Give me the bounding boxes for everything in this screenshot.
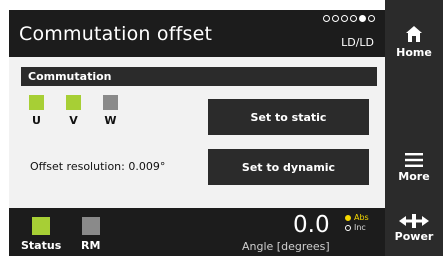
offset-resolution: Offset resolution: 0.009° bbox=[30, 160, 166, 173]
title-bar: Commutation offset LD/LD bbox=[9, 10, 385, 57]
page-indicator bbox=[323, 15, 375, 22]
inc-label: Inc bbox=[354, 223, 366, 232]
phase-v: V bbox=[66, 95, 86, 127]
commutation-panel: Commutation U V W Offset resolution: 0.0… bbox=[9, 57, 385, 208]
phase-u-label: U bbox=[32, 114, 41, 127]
phase-u-indicator bbox=[29, 95, 44, 110]
page-dot bbox=[332, 15, 339, 22]
power-button[interactable]: Power bbox=[385, 214, 443, 243]
power-label: Power bbox=[394, 230, 434, 243]
abs-dot-icon bbox=[345, 215, 351, 221]
page-dot-active bbox=[359, 15, 366, 22]
phase-v-indicator bbox=[66, 95, 81, 110]
status-indicator bbox=[32, 217, 51, 235]
inc-row: Inc bbox=[345, 223, 369, 233]
rm-tab[interactable]: RM bbox=[81, 217, 100, 252]
angle-unit-label: Angle [degrees] bbox=[242, 240, 330, 253]
phase-v-label: V bbox=[69, 114, 78, 127]
status-bar: Status RM 0.0 Angle [degrees] Abs Inc bbox=[9, 208, 385, 256]
section-header: Commutation bbox=[21, 67, 377, 86]
more-label: More bbox=[398, 170, 430, 183]
phase-w-indicator bbox=[103, 95, 118, 110]
more-button[interactable]: More bbox=[385, 152, 443, 183]
home-icon bbox=[406, 26, 422, 42]
status-label: Status bbox=[21, 239, 62, 252]
rm-label: RM bbox=[81, 239, 101, 252]
abs-inc-legend: Abs Inc bbox=[345, 213, 369, 233]
set-to-static-button[interactable]: Set to static bbox=[208, 99, 369, 135]
phase-w-label: W bbox=[104, 114, 117, 127]
phase-u: U bbox=[29, 95, 49, 127]
page-dot bbox=[341, 15, 348, 22]
abs-label: Abs bbox=[354, 213, 369, 222]
side-nav: Home More Power bbox=[385, 0, 443, 256]
page-title: Commutation offset bbox=[19, 23, 213, 45]
section-title: Commutation bbox=[28, 70, 112, 83]
angle-value: 0.0 bbox=[293, 212, 330, 238]
page-dot bbox=[350, 15, 357, 22]
abs-row: Abs bbox=[345, 213, 369, 223]
power-connector-icon bbox=[399, 214, 429, 228]
menu-icon bbox=[405, 153, 423, 167]
page-dot bbox=[368, 15, 375, 22]
set-to-dynamic-button[interactable]: Set to dynamic bbox=[208, 149, 369, 185]
inc-dot-icon bbox=[345, 225, 351, 231]
rm-indicator bbox=[81, 217, 100, 235]
status-tab[interactable]: Status bbox=[21, 217, 61, 252]
page-dot bbox=[323, 15, 330, 22]
mode-label: LD/LD bbox=[341, 36, 374, 49]
home-button[interactable]: Home bbox=[385, 24, 443, 59]
home-label: Home bbox=[396, 46, 432, 59]
phase-w: W bbox=[103, 95, 123, 127]
